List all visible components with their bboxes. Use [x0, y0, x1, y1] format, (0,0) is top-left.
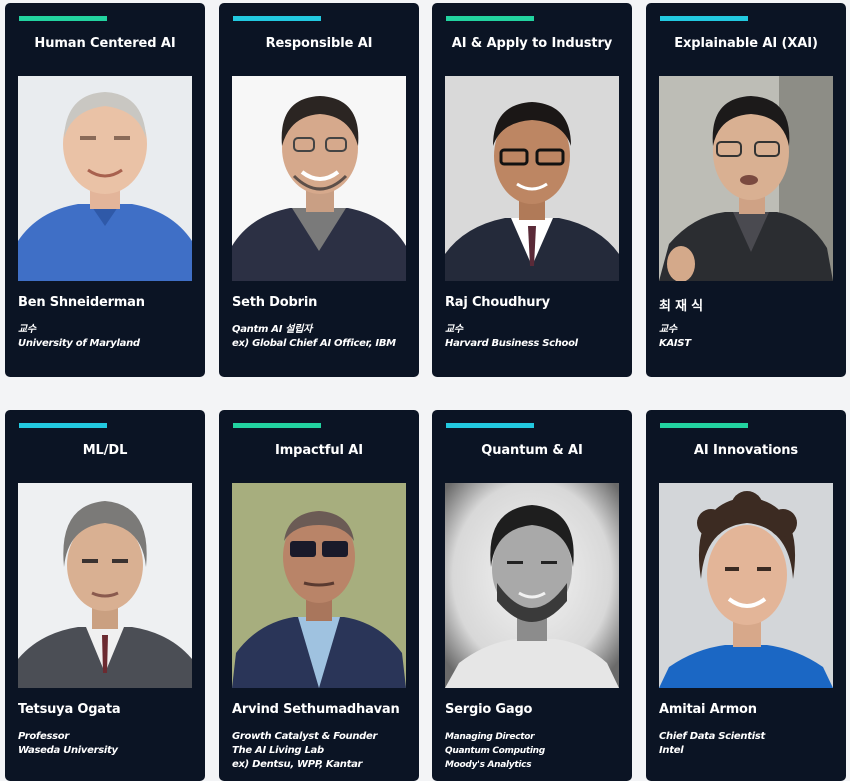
speaker-name: Amitai Armon [659, 702, 757, 717]
speaker-name: Raj Choudhury [445, 295, 550, 310]
speaker-affiliation: Professor Waseda University [18, 730, 118, 758]
speaker-name: Ben Shneiderman [18, 295, 145, 310]
affiliation-line: The AI Living Lab [232, 745, 324, 756]
speaker-card[interactable]: Quantum & AI Sergio Gago Managing Direct… [432, 410, 632, 781]
affiliation-line: University of Maryland [18, 338, 140, 349]
speaker-name: 최 재 식 [659, 299, 703, 314]
speaker-card[interactable]: Impactful AI Arvind Sethumadhavan Growth… [219, 410, 419, 781]
speaker-card[interactable]: AI Innovations Amitai Armon Chief Data S… [646, 410, 846, 781]
speaker-topic: Human Centered AI [34, 36, 176, 51]
speaker-topic: Explainable AI (XAI) [674, 36, 818, 51]
speaker-card[interactable]: ML/DL Tetsuya Ogata Professor Waseda Uni… [5, 410, 205, 781]
accent-bar [19, 16, 107, 21]
speaker-name: Arvind Sethumadhavan [232, 702, 400, 717]
speaker-topic: AI & Apply to Industry [451, 36, 613, 51]
speaker-photo [445, 76, 619, 281]
speaker-affiliation: Qantm AI 설립자 ex) Global Chief AI Officer… [232, 323, 396, 351]
affiliation-line: 교수 [659, 324, 677, 335]
affiliation-line: 교수 [18, 324, 36, 335]
affiliation-line: ex) Global Chief AI Officer, IBM [232, 338, 396, 349]
speaker-photo [18, 483, 192, 688]
accent-bar [446, 423, 534, 428]
speaker-topic: Responsible AI [265, 36, 373, 51]
speaker-topic: ML/DL [82, 443, 128, 458]
affiliation-line: ex) Dentsu, WPP, Kantar [232, 759, 363, 770]
speaker-photo [659, 76, 833, 281]
speaker-affiliation: 교수 KAIST [659, 323, 691, 351]
speaker-affiliation: Growth Catalyst & Founder The AI Living … [232, 730, 377, 772]
affiliation-line: Quantum Computing [445, 746, 545, 756]
speaker-photo [232, 76, 406, 281]
affiliation-line: 교수 [445, 324, 463, 335]
speaker-affiliation: Managing Director Quantum Computing Mood… [445, 730, 545, 772]
affiliation-line: Chief Data Scientist [659, 731, 765, 742]
speaker-photo [18, 76, 192, 281]
accent-bar [660, 16, 748, 21]
speaker-affiliation: 교수 University of Maryland [18, 323, 140, 351]
affiliation-line: Harvard Business School [445, 338, 578, 349]
affiliation-line: Professor [18, 731, 69, 742]
speaker-name: Tetsuya Ogata [18, 702, 121, 717]
affiliation-line: Qantm AI 설립자 [232, 324, 312, 335]
affiliation-line: Growth Catalyst & Founder [232, 731, 378, 742]
speaker-topic: Impactful AI [275, 443, 363, 458]
speaker-card[interactable]: Responsible AI Seth Dobrin Qantm AI 설립자 … [219, 3, 419, 377]
speaker-card[interactable]: Human Centered AI Ben Shneiderman 교수 Uni… [5, 3, 205, 377]
speaker-affiliation: 교수 Harvard Business School [445, 323, 578, 351]
accent-bar [660, 423, 748, 428]
speaker-card[interactable]: AI & Apply to Industry Raj Choudhury 교수 … [432, 3, 632, 377]
speaker-photo [232, 483, 406, 688]
speaker-topic: Quantum & AI [481, 443, 583, 458]
speaker-topic: AI Innovations [693, 443, 799, 458]
affiliation-line: Moody's Analytics [445, 760, 532, 770]
affiliation-line: Intel [659, 745, 684, 756]
speaker-name: Seth Dobrin [232, 295, 318, 310]
speaker-card[interactable]: Explainable AI (XAI) 최 재 식 교수 KAIST [646, 3, 846, 377]
accent-bar [19, 423, 107, 428]
affiliation-line: KAIST [659, 338, 691, 349]
accent-bar [233, 16, 321, 21]
speaker-photo [659, 483, 833, 688]
affiliation-line: Managing Director [445, 732, 535, 742]
speaker-affiliation: Chief Data Scientist Intel [659, 730, 765, 758]
speaker-name: Sergio Gago [445, 702, 533, 717]
accent-bar [446, 16, 534, 21]
affiliation-line: Waseda University [18, 745, 118, 756]
speaker-photo [445, 483, 619, 688]
accent-bar [233, 423, 321, 428]
